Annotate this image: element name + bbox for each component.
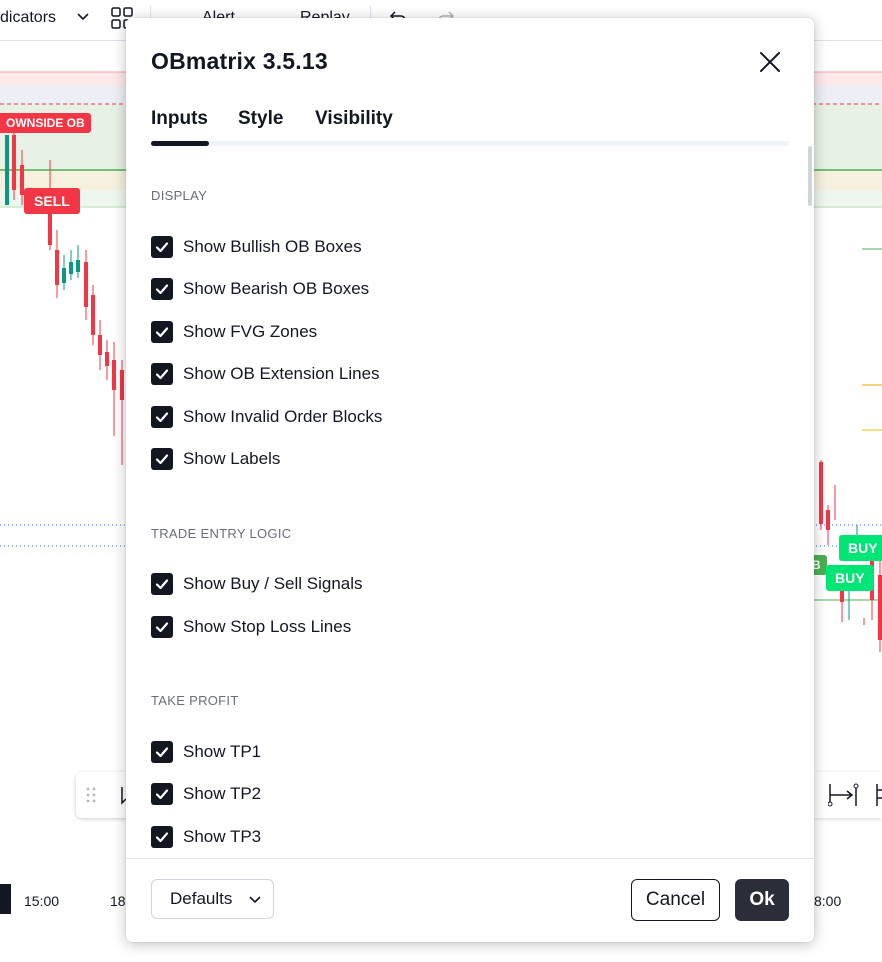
option-label: Show Bearish OB Boxes [183,279,370,298]
option-show-fvg-zones[interactable]: Show FVG Zones [151,319,317,345]
option-show-stop-loss-lines[interactable]: Show Stop Loss Lines [151,614,351,640]
drawing-toolbar-right [814,772,882,818]
dialog-tabs: Inputs Style Visibility [151,108,789,146]
indicators-button[interactable]: dicators [0,9,56,27]
checkbox-checked[interactable] [151,363,173,385]
close-icon[interactable] [754,46,786,78]
option-label: Show TP1 [183,742,262,761]
scrollbar[interactable] [808,146,812,206]
checkmark-icon [155,747,169,758]
drag-handle-icon[interactable] [85,786,97,809]
checkbox-checked[interactable] [151,321,173,343]
option-show-bearish-ob-boxes[interactable]: Show Bearish OB Boxes [151,276,369,302]
checkmark-icon [155,789,169,800]
close-button[interactable] [754,46,786,78]
chart-label-buy: BUY [826,565,874,591]
option-show-bullish-ob-boxes[interactable]: Show Bullish OB Boxes [151,234,362,260]
checkmark-icon [155,454,169,465]
tab-style[interactable]: Style [238,108,283,142]
time-axis-marker [0,884,11,914]
option-show-labels[interactable]: Show Labels [151,446,280,472]
option-show-buy-sell-signals[interactable]: Show Buy / Sell Signals [151,571,363,597]
checkbox-checked[interactable] [151,573,173,595]
chart-label-sell: SELL [24,188,80,214]
checkmark-icon [155,412,169,423]
checkmark-icon [155,832,169,843]
ok-button[interactable]: Ok [735,879,789,921]
option-show-tp1[interactable]: Show TP1 [151,739,261,765]
option-label: Show TP2 [183,784,262,803]
checkbox-checked[interactable] [151,783,173,805]
checkmark-icon [155,284,169,295]
checkmark-icon [155,622,169,633]
time-axis-label: 15:00 [24,893,60,909]
tool-icon-partial[interactable] [874,782,882,813]
checkmark-icon [155,579,169,590]
option-show-ob-extension-lines[interactable]: Show OB Extension Lines [151,361,380,387]
measure-range-icon[interactable] [827,782,860,813]
chart-label-buy: BUY [839,535,882,561]
option-label: Show Labels [183,449,281,468]
indicator-settings-dialog: OBmatrix 3.5.13 Inputs Style Visibility … [126,18,814,942]
cancel-button[interactable]: Cancel [631,879,720,921]
option-label: Show FVG Zones [183,322,318,341]
option-label: Show Bullish OB Boxes [183,237,362,256]
option-label: Show Buy / Sell Signals [183,574,363,593]
inputs-panel[interactable]: DISPLAY Show Bullish OB Boxes Show Beari… [126,146,814,858]
option-label: Show Stop Loss Lines [183,617,352,636]
tab-visibility[interactable]: Visibility [315,108,393,142]
chart-label-downside-ob: OWNSIDE OB [0,113,91,133]
checkbox-checked[interactable] [151,741,173,763]
section-title-take-profit: TAKE PROFIT [151,693,239,708]
checkmark-icon [155,242,169,253]
checkbox-checked[interactable] [151,278,173,300]
chevron-down-icon [249,896,261,904]
dialog-title: OBmatrix 3.5.13 [151,48,328,74]
section-title-trade-entry-logic: TRADE ENTRY LOGIC [151,526,292,541]
option-label: Show OB Extension Lines [183,364,380,383]
option-label: Show Invalid Order Blocks [183,407,383,426]
checkmark-icon [155,327,169,338]
checkbox-checked[interactable] [151,406,173,428]
tab-inputs[interactable]: Inputs [151,108,208,142]
defaults-dropdown-button[interactable]: Defaults [151,879,274,919]
time-axis-label: 8:00 [814,893,842,909]
chevron-down-icon[interactable] [76,9,90,28]
checkmark-icon [155,369,169,380]
option-show-tp3[interactable]: Show TP3 [151,824,261,850]
option-label: Show TP3 [183,827,262,846]
checkbox-checked[interactable] [151,826,173,848]
checkbox-checked[interactable] [151,448,173,470]
time-axis-label: 18 [110,893,126,909]
footer-divider [126,858,814,859]
section-title-display: DISPLAY [151,188,208,203]
defaults-label: Defaults [170,889,233,908]
checkbox-checked[interactable] [151,616,173,638]
option-show-tp2[interactable]: Show TP2 [151,781,261,807]
checkbox-checked[interactable] [151,236,173,258]
option-show-invalid-order-blocks[interactable]: Show Invalid Order Blocks [151,404,382,430]
